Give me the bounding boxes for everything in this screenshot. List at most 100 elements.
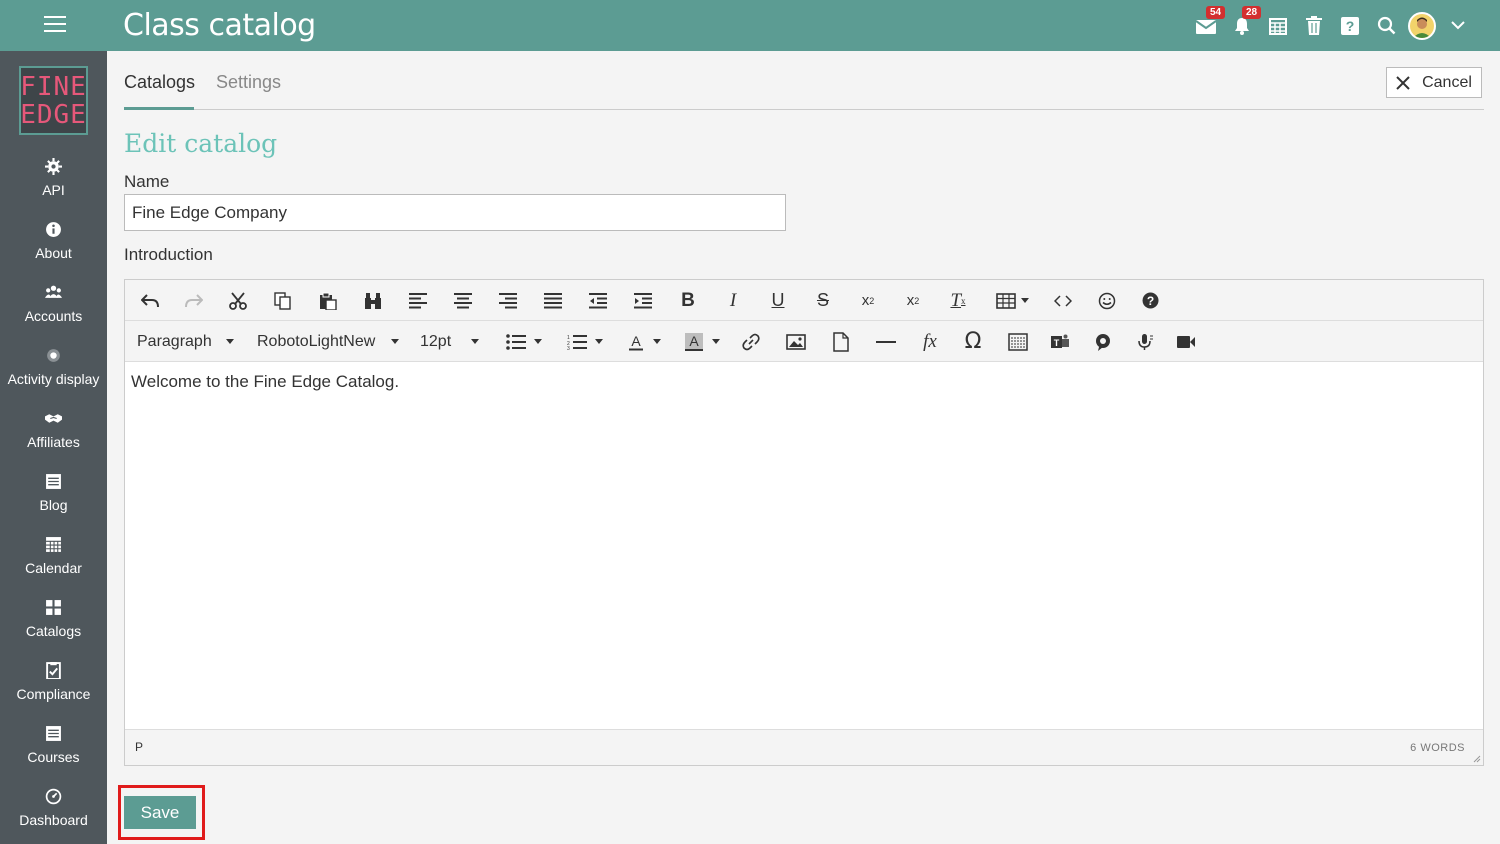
avatar-button[interactable] — [1404, 0, 1440, 51]
clear-formatting-icon[interactable]: Tx — [945, 280, 971, 321]
horizontal-line-icon[interactable] — [873, 321, 899, 362]
chat-icon[interactable] — [1090, 321, 1116, 362]
top-icons: 54 28 ? — [1188, 0, 1476, 51]
paste-icon[interactable] — [315, 280, 341, 321]
close-icon — [1396, 75, 1410, 90]
format-select-value: Paragraph — [137, 332, 212, 350]
copy-icon[interactable] — [270, 280, 296, 321]
redo-icon[interactable] — [181, 280, 207, 321]
align-center-icon[interactable] — [450, 280, 476, 321]
editor-toolbar-row-2: Paragraph RobotoLightNew 12pt 123 A A fx… — [125, 321, 1483, 362]
text-color-dropdown[interactable]: A — [622, 321, 666, 362]
sidebar-item-catalogs[interactable]: Catalogs — [0, 599, 107, 662]
undo-icon[interactable] — [137, 280, 163, 321]
svg-text:?: ? — [1346, 18, 1355, 34]
bold-icon[interactable]: B — [675, 280, 701, 321]
sidebar-item-label: Courses — [27, 749, 80, 765]
sidebar-item-courses[interactable]: Courses — [0, 725, 107, 788]
bell-icon[interactable]: 28 — [1224, 0, 1262, 51]
font-select[interactable]: RobotoLightNew — [257, 321, 402, 362]
sidebar: FINE EDGE API About Accounts Activity di… — [0, 51, 107, 844]
editor-content[interactable]: Welcome to the Fine Edge Catalog. — [125, 363, 1483, 729]
trash-icon[interactable] — [1296, 0, 1332, 51]
superscript-icon[interactable]: x2 — [900, 280, 926, 321]
voice-icon[interactable] — [1132, 321, 1158, 362]
tab-catalogs[interactable]: Catalogs — [124, 72, 195, 93]
font-size-select[interactable]: 12pt — [420, 321, 482, 362]
font-size-value: 12pt — [420, 332, 452, 350]
help-icon[interactable]: ? — [1332, 0, 1368, 51]
element-path[interactable]: P — [135, 740, 143, 754]
page-title: Edit catalog — [124, 129, 278, 158]
formula-icon[interactable]: fx — [917, 321, 943, 362]
sidebar-item-calendar[interactable]: Calendar — [0, 536, 107, 599]
image-icon[interactable] — [783, 321, 809, 362]
strikethrough-icon[interactable]: S — [810, 280, 836, 321]
indent-icon[interactable] — [630, 280, 656, 321]
mail-icon[interactable]: 54 — [1188, 0, 1226, 51]
justify-icon[interactable] — [540, 280, 566, 321]
chevron-down-icon[interactable] — [1440, 0, 1476, 51]
resize-handle-icon[interactable] — [1471, 753, 1481, 763]
tab-settings[interactable]: Settings — [216, 72, 281, 93]
outdent-icon[interactable] — [585, 280, 611, 321]
calendar-icon — [46, 537, 61, 552]
cancel-button[interactable]: Cancel — [1386, 67, 1482, 98]
help-icon[interactable]: ? — [1137, 280, 1163, 321]
logo[interactable]: FINE EDGE — [19, 66, 88, 135]
menu-icon[interactable] — [44, 16, 66, 34]
mail-badge: 54 — [1206, 6, 1226, 19]
sidebar-item-label: API — [42, 182, 65, 198]
save-button[interactable]: Save — [124, 796, 196, 829]
subscript-icon[interactable]: x2 — [855, 280, 881, 321]
sidebar-item-label: Activity display — [7, 371, 100, 387]
bullet-list-dropdown[interactable] — [502, 321, 546, 362]
background-color-icon: A — [685, 332, 703, 351]
sidebar-item-label: Catalogs — [25, 623, 82, 639]
sidebar-item-affiliates[interactable]: Affiliates — [0, 410, 107, 473]
source-code-icon[interactable] — [1050, 280, 1076, 321]
teams-icon[interactable]: T — [1047, 321, 1073, 362]
dot-icon — [47, 349, 60, 362]
name-field[interactable] — [124, 194, 786, 231]
background-color-dropdown[interactable]: A — [679, 321, 725, 362]
sidebar-item-accounts[interactable]: Accounts — [0, 284, 107, 347]
sidebar-item-api[interactable]: API — [0, 158, 107, 221]
keyboard-icon[interactable] — [1005, 321, 1031, 362]
rich-text-editor: B I U S x2 x2 Tx ? Paragraph RobotoLight… — [124, 279, 1484, 766]
sidebar-item-label: Blog — [39, 497, 68, 513]
handshake-icon — [45, 414, 62, 423]
svg-text:?: ? — [1146, 294, 1153, 308]
emoji-icon[interactable] — [1094, 280, 1120, 321]
bullet-list-icon — [506, 333, 526, 350]
sidebar-item-about[interactable]: About — [0, 221, 107, 284]
cut-icon[interactable] — [225, 280, 251, 321]
search-icon[interactable] — [1368, 0, 1404, 51]
font-select-value: RobotoLightNew — [257, 332, 376, 350]
sidebar-item-compliance[interactable]: Compliance — [0, 662, 107, 725]
link-icon[interactable] — [738, 321, 764, 362]
top-bar: Class catalog 54 28 ? — [0, 0, 1500, 51]
find-replace-icon[interactable] — [360, 280, 386, 321]
sidebar-item-label: Accounts — [24, 308, 83, 324]
numbered-list-dropdown[interactable]: 123 — [563, 321, 607, 362]
underline-icon[interactable]: U — [765, 280, 791, 321]
italic-icon[interactable]: I — [720, 280, 746, 321]
svg-text:T: T — [1054, 338, 1060, 348]
word-count: 6 WORDS — [1410, 742, 1465, 754]
checklist-icon — [46, 662, 61, 679]
sidebar-item-blog[interactable]: Blog — [0, 473, 107, 536]
calendar-icon[interactable] — [1260, 0, 1296, 51]
sidebar-item-label: Compliance — [16, 686, 91, 702]
align-right-icon[interactable] — [495, 280, 521, 321]
table-dropdown[interactable] — [990, 280, 1034, 321]
align-left-icon[interactable] — [405, 280, 431, 321]
editor-toolbar-row-1: B I U S x2 x2 Tx ? — [125, 280, 1483, 321]
sidebar-item-activity-display[interactable]: Activity display — [0, 347, 107, 410]
special-character-icon[interactable]: Ω — [960, 321, 986, 362]
sidebar-item-dashboard[interactable]: Dashboard — [0, 788, 107, 844]
video-icon[interactable] — [1173, 321, 1199, 362]
tab-divider — [124, 109, 1484, 110]
format-select[interactable]: Paragraph — [137, 321, 237, 362]
document-icon[interactable] — [828, 321, 854, 362]
